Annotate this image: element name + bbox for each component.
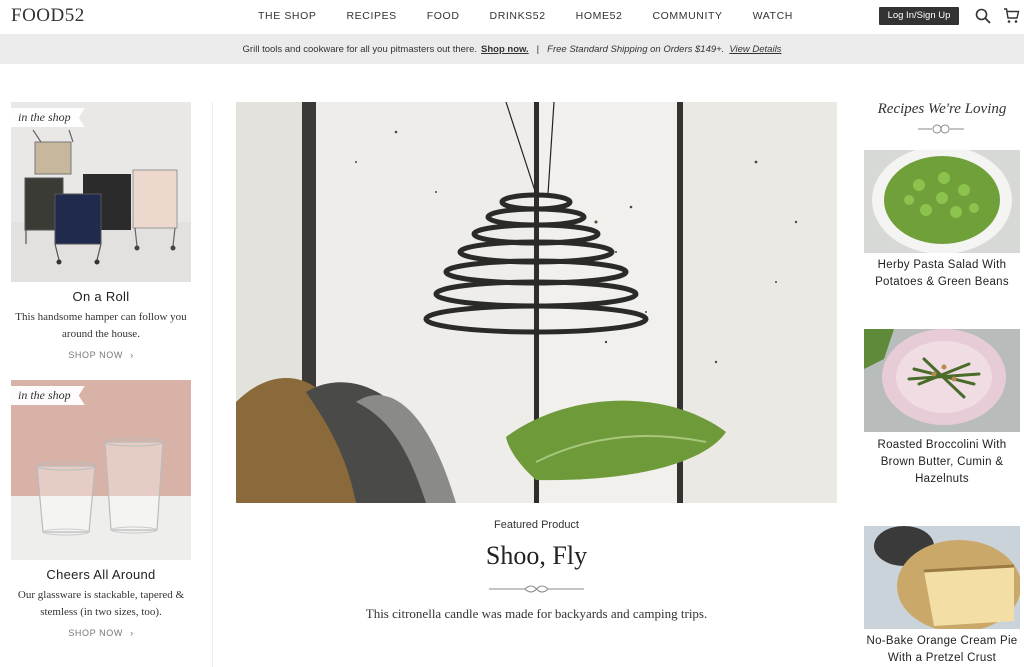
shop-card-description: This handsome hamper can follow you arou… (15, 311, 187, 340)
shop-card-title[interactable]: On a Roll (11, 289, 191, 304)
column-divider (212, 102, 213, 667)
recipes-section-title: Recipes We're Loving (877, 101, 1007, 117)
in-the-shop-tag: in the shop (11, 386, 85, 405)
shop-now-link[interactable]: SHOP NOW › (11, 628, 191, 638)
featured-product-image[interactable] (236, 102, 837, 503)
ornament-divider-icon (918, 124, 964, 134)
shipping-text: Free Standard Shipping on Orders $149+. (547, 43, 725, 55)
featured-product-title[interactable]: Shoo, Fly (236, 541, 837, 571)
view-details-link[interactable]: View Details (729, 44, 781, 55)
promo-text: Grill tools and cookware for all you pit… (242, 43, 477, 55)
top-navigation: FOOD52 THE SHOP RECIPES FOOD DRINKS52 HO… (0, 0, 1024, 34)
shop-now-label: SHOP NOW (68, 350, 123, 360)
recipe-image-orange-pie[interactable] (864, 526, 1020, 629)
nav-community[interactable]: COMMUNITY (652, 10, 722, 22)
featured-product-label: Featured Product (494, 519, 579, 531)
chevron-right-icon: › (130, 628, 134, 638)
shop-card-title[interactable]: Cheers All Around (11, 567, 191, 582)
hamper-image[interactable]: in the shop (11, 102, 191, 282)
recipe-title-broccolini[interactable]: Roasted Broccolini With Brown Butter, Cu… (860, 437, 1024, 488)
promo-banner: Grill tools and cookware for all you pit… (0, 34, 1024, 64)
login-signup-button[interactable]: Log In/Sign Up (879, 7, 959, 25)
search-icon[interactable] (975, 8, 991, 24)
shop-card-description: Our glassware is stackable, tapered & st… (17, 589, 185, 618)
nav-drinks52[interactable]: DRINKS52 (490, 10, 546, 22)
cart-icon[interactable] (1003, 7, 1020, 24)
featured-product-description: This citronella candle was made for back… (365, 606, 708, 621)
nav-food[interactable]: FOOD (427, 10, 460, 22)
nav-recipes[interactable]: RECIPES (346, 10, 396, 22)
nav-the-shop[interactable]: THE SHOP (258, 10, 316, 22)
in-the-shop-tag: in the shop (11, 108, 85, 127)
shop-now-label: SHOP NOW (68, 628, 123, 638)
nav-home52[interactable]: HOME52 (576, 10, 623, 22)
promo-shop-link[interactable]: Shop now. (481, 44, 529, 55)
chevron-right-icon: › (130, 350, 134, 360)
recipe-image-pasta-salad[interactable] (864, 150, 1020, 253)
promo-separator: | (536, 43, 540, 55)
shop-now-link[interactable]: SHOP NOW › (11, 350, 191, 360)
recipe-image-broccolini[interactable] (864, 329, 1020, 432)
food52-logo[interactable]: FOOD52 (11, 5, 85, 27)
ornament-divider-icon (489, 585, 584, 593)
recipe-title-pasta-salad[interactable]: Herby Pasta Salad With Potatoes & Green … (860, 257, 1024, 291)
glassware-image[interactable]: in the shop (11, 380, 191, 560)
nav-watch[interactable]: WATCH (753, 10, 793, 22)
main-nav: THE SHOP RECIPES FOOD DRINKS52 HOME52 CO… (258, 10, 823, 22)
recipe-title-orange-pie[interactable]: No-Bake Orange Cream Pie With a Pretzel … (860, 633, 1024, 667)
